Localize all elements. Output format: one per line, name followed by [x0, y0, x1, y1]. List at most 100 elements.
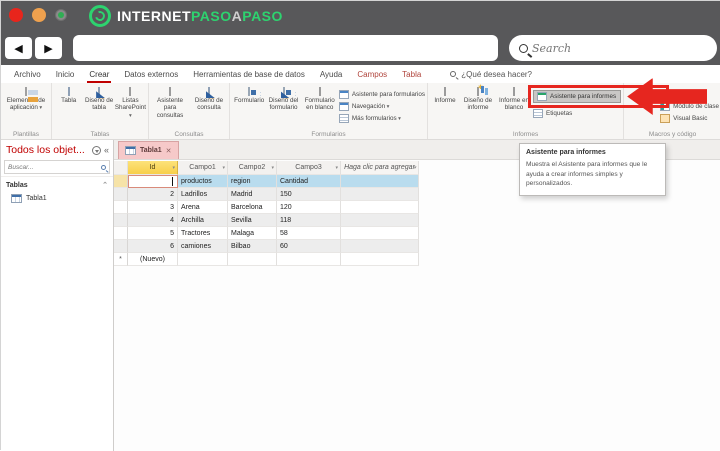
group-collapse-icon[interactable]: ⌃ [102, 181, 108, 189]
search-input[interactable] [532, 41, 682, 55]
cell[interactable]: 5 [128, 227, 178, 240]
cell-add[interactable] [341, 175, 419, 188]
nav-item-tabla1[interactable]: Tabla1 [1, 191, 113, 206]
cell-add[interactable] [341, 188, 419, 201]
cell[interactable]: region [228, 175, 277, 188]
column-header-add[interactable]: Haga clic para agregar ▾ [341, 161, 419, 175]
informe-blanco-button[interactable]: Informe en blanco [497, 86, 531, 112]
cell[interactable]: Barcelona [228, 201, 277, 214]
nav-menu-icon[interactable] [91, 145, 101, 155]
cell[interactable]: Bilbao [228, 240, 277, 253]
cell-add[interactable] [178, 253, 228, 266]
search-box[interactable] [509, 35, 717, 61]
etiquetas-button[interactable]: Etiquetas [533, 109, 621, 118]
column-dropdown-icon[interactable]: ▾ [172, 165, 175, 171]
tabla-button[interactable]: Tabla [54, 86, 83, 104]
mas-formularios-button[interactable]: Más formularios [338, 114, 425, 123]
tab-crear[interactable]: Crear [87, 70, 112, 83]
new-record-selector[interactable]: * [114, 253, 128, 266]
modulo-button[interactable]: Módulo [660, 90, 719, 99]
tab-inicio[interactable]: Inicio [56, 70, 75, 79]
macro-button[interactable]: Macro [630, 86, 656, 104]
cell-add[interactable] [341, 214, 419, 227]
nav-search-input[interactable] [8, 163, 101, 171]
nav-search-box[interactable] [4, 160, 110, 174]
tab-archivo[interactable]: Archivo [14, 70, 41, 79]
modulo-clase-button[interactable]: Módulo de clase [660, 102, 719, 111]
row-selector[interactable] [114, 201, 128, 214]
diseno-informe-button[interactable]: Diseño de informe [461, 86, 495, 112]
column-header-campo2[interactable]: Campo2 ▾ [228, 161, 277, 175]
shutter-close-icon[interactable]: « [104, 145, 109, 155]
cell[interactable]: camiones [178, 240, 228, 253]
asistente-formularios-button[interactable]: Asistente para formularios [338, 90, 425, 99]
cell[interactable]: Archilla [178, 214, 228, 227]
column-dropdown-icon[interactable]: ▾ [335, 165, 338, 171]
close-tab-icon[interactable]: ✕ [166, 147, 172, 155]
column-dropdown-icon[interactable]: ▾ [222, 165, 225, 171]
tab-herramientas[interactable]: Herramientas de base de datos [193, 70, 305, 79]
asistente-consultas-button[interactable]: Asistente para consultas [151, 86, 189, 119]
cell[interactable]: 150 [277, 188, 341, 201]
formulario-blanco-button[interactable]: Formulario en blanco [303, 86, 337, 112]
cell[interactable]: Arena [178, 201, 228, 214]
cell-id-editing[interactable] [128, 175, 178, 188]
row-selector[interactable] [114, 175, 128, 188]
formulario-button[interactable]: Formulario [234, 86, 264, 104]
cell-add[interactable] [341, 201, 419, 214]
forward-button[interactable]: ▶ [35, 37, 62, 59]
cell[interactable]: Sevilla [228, 214, 277, 227]
row-selector[interactable] [114, 227, 128, 240]
minimize-window-icon[interactable] [32, 8, 46, 22]
cell[interactable]: Tractores [178, 227, 228, 240]
cell[interactable]: 4 [128, 214, 178, 227]
cell[interactable]: 3 [128, 201, 178, 214]
back-button[interactable]: ◀ [5, 37, 32, 59]
asistente-informes-button[interactable]: Asistente para informes [533, 90, 622, 103]
address-bar[interactable] [73, 35, 498, 61]
column-header-campo1[interactable]: Campo1 ▾ [178, 161, 228, 175]
cell[interactable]: Madrid [228, 188, 277, 201]
cell[interactable]: 6 [128, 240, 178, 253]
cell[interactable]: productos [178, 175, 228, 188]
column-header-campo3[interactable]: Campo3 ▾ [277, 161, 341, 175]
cell-add[interactable] [277, 253, 341, 266]
cell[interactable]: Cantidad [277, 175, 341, 188]
column-header-id[interactable]: Id ▾ [128, 161, 178, 175]
cell[interactable]: 2 [128, 188, 178, 201]
diseno-tabla-button[interactable]: Diseño de tabla [84, 86, 113, 112]
cell[interactable]: 120 [277, 201, 341, 214]
tab-campos[interactable]: Campos [357, 70, 387, 79]
cell[interactable]: 60 [277, 240, 341, 253]
cell[interactable]: 58 [277, 227, 341, 240]
new-record-cell[interactable]: (Nuevo) [128, 253, 178, 266]
row-selector[interactable] [114, 240, 128, 253]
document-tab-tabla1[interactable]: Tabla1 ✕ [118, 141, 179, 159]
cell[interactable]: Malaga [228, 227, 277, 240]
select-all-cell[interactable] [114, 161, 128, 175]
cell[interactable]: 118 [277, 214, 341, 227]
tab-tabla[interactable]: Tabla [402, 70, 421, 79]
tell-me-box[interactable]: ¿Qué desea hacer? [450, 70, 532, 79]
cell-add[interactable] [341, 240, 419, 253]
listas-sharepoint-button[interactable]: Listas SharePoint [115, 86, 146, 119]
tab-datos-externos[interactable]: Datos externos [124, 70, 178, 79]
column-dropdown-icon[interactable]: ▾ [413, 165, 416, 171]
cell-add[interactable] [341, 227, 419, 240]
diseno-formulario-button[interactable]: Diseño del formulario [266, 86, 300, 112]
column-dropdown-icon[interactable]: ▾ [271, 165, 274, 171]
cell-add[interactable] [341, 253, 419, 266]
tab-ayuda[interactable]: Ayuda [320, 70, 343, 79]
row-selector[interactable] [114, 188, 128, 201]
cell-add[interactable] [228, 253, 277, 266]
navegacion-button[interactable]: Navegación [338, 102, 425, 111]
informe-button[interactable]: Informe [431, 86, 459, 104]
nav-group-tablas[interactable]: Tablas ⌃ [1, 176, 113, 191]
elementos-aplicacion-button[interactable]: Elementos de aplicación [3, 86, 49, 112]
diseno-consulta-button[interactable]: Diseño de consulta [191, 86, 227, 112]
close-window-icon[interactable] [9, 8, 23, 22]
cell[interactable]: Ladrillos [178, 188, 228, 201]
row-selector[interactable] [114, 214, 128, 227]
visual-basic-button[interactable]: Visual Basic [660, 114, 719, 123]
maximize-window-icon[interactable] [55, 9, 67, 21]
